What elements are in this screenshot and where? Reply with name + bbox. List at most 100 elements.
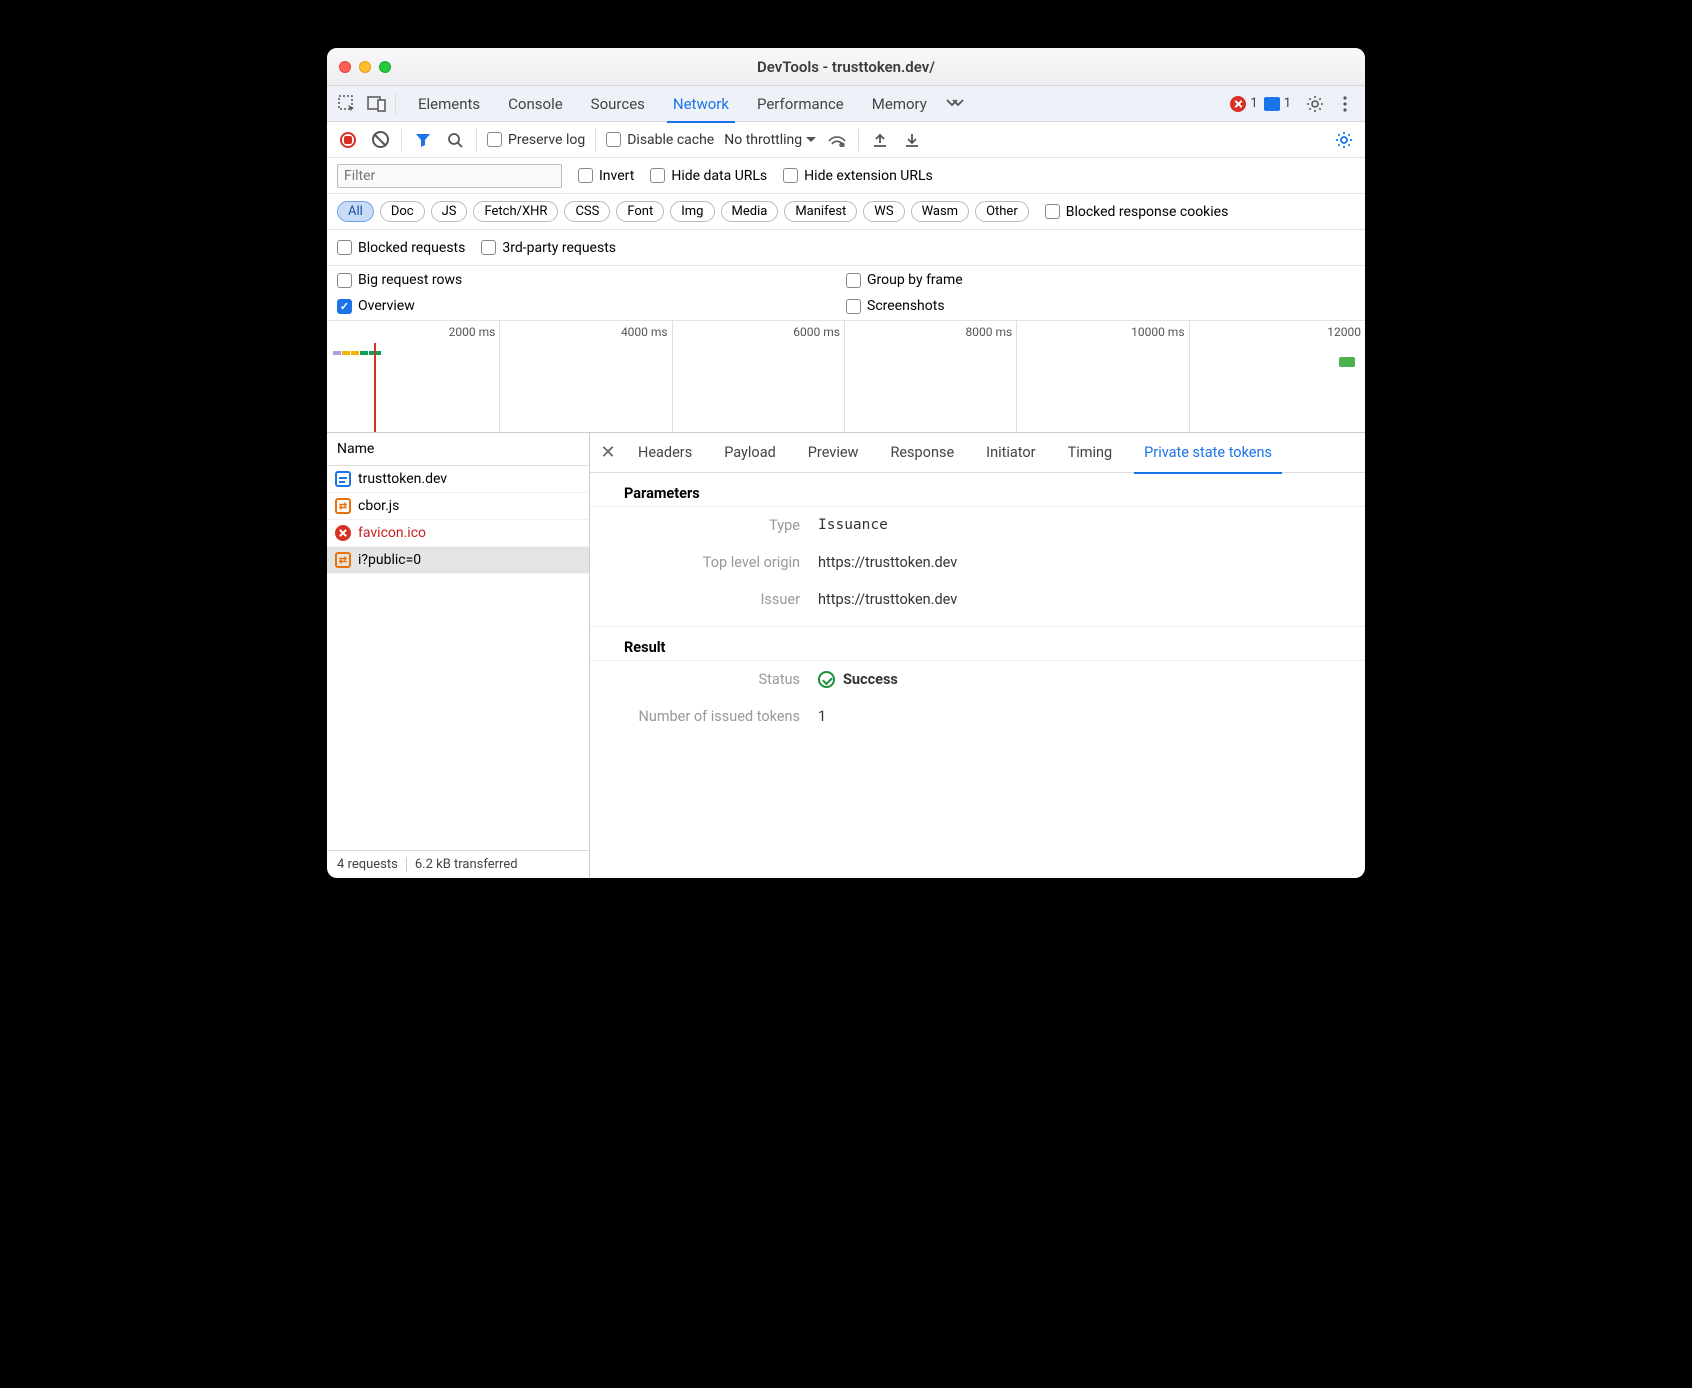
result-key: Status	[590, 671, 800, 688]
tab-elements[interactable]: Elements	[406, 86, 492, 122]
chip-all[interactable]: All	[337, 201, 374, 222]
detail-body: Parameters Type Issuance Top level origi…	[590, 473, 1365, 878]
checkbox-icon	[846, 299, 861, 314]
invert-checkbox[interactable]: Invert	[578, 168, 634, 184]
request-count: 4 requests	[337, 857, 398, 872]
checkbox-icon	[337, 299, 352, 314]
detail-tab-initiator[interactable]: Initiator	[972, 433, 1049, 473]
error-badge-icon	[1230, 96, 1246, 112]
param-value: Issuance	[818, 517, 888, 534]
param-key: Issuer	[590, 591, 800, 608]
chip-font[interactable]: Font	[616, 201, 664, 222]
export-har-icon[interactable]	[869, 129, 891, 151]
divider	[858, 129, 859, 151]
filter-toggle-icon[interactable]	[412, 129, 434, 151]
blocked-cookies-checkbox[interactable]: Blocked response cookies	[1045, 204, 1229, 220]
network-settings-gear-icon[interactable]	[1333, 129, 1355, 151]
status-bar: 4 requests 6.2 kB transferred	[327, 850, 589, 878]
timeline-tick: 12000	[1327, 325, 1365, 339]
settings-gear-icon[interactable]	[1303, 92, 1327, 116]
chip-fetch-xhr[interactable]: Fetch/XHR	[473, 201, 558, 222]
checkbox-icon	[337, 273, 352, 288]
tab-sources[interactable]: Sources	[579, 86, 657, 122]
more-tabs-chevron-icon[interactable]	[943, 92, 967, 116]
chip-css[interactable]: CSS	[564, 201, 610, 222]
param-value: https://trusttoken.dev	[818, 554, 957, 571]
param-origin-row: Top level origin https://trusttoken.dev	[590, 544, 1365, 581]
chip-manifest[interactable]: Manifest	[784, 201, 857, 222]
third-party-checkbox[interactable]: 3rd-party requests	[481, 240, 616, 256]
close-window-button[interactable]	[339, 61, 351, 73]
detail-tab-preview[interactable]: Preview	[794, 433, 873, 473]
error-count: 1	[1250, 96, 1257, 111]
search-icon[interactable]	[444, 129, 466, 151]
timeline-playhead[interactable]	[374, 343, 376, 432]
error-counter[interactable]: 1	[1230, 96, 1257, 112]
close-detail-button[interactable]: ✕	[596, 442, 620, 463]
request-name: favicon.ico	[358, 525, 426, 541]
detail-tab-private-state-tokens[interactable]: Private state tokens	[1130, 433, 1286, 473]
device-toggle-icon[interactable]	[365, 92, 389, 116]
param-key: Top level origin	[590, 554, 800, 571]
kebab-menu-icon[interactable]	[1333, 92, 1357, 116]
chip-js[interactable]: JS	[431, 201, 468, 222]
request-row[interactable]: favicon.ico	[327, 520, 589, 547]
hide-extension-urls-checkbox[interactable]: Hide extension URLs	[783, 168, 933, 184]
transferred-size: 6.2 kB transferred	[415, 857, 518, 872]
request-name: i?public=0	[358, 552, 421, 568]
clear-button[interactable]	[369, 129, 391, 151]
timeline-request-chip	[1339, 357, 1355, 367]
tab-memory[interactable]: Memory	[860, 86, 939, 122]
request-row[interactable]: ⇄ cbor.js	[327, 493, 589, 520]
overview-checkbox[interactable]: Overview	[337, 298, 846, 314]
detail-tab-timing[interactable]: Timing	[1054, 433, 1127, 473]
import-har-icon[interactable]	[901, 129, 923, 151]
filter-input[interactable]	[337, 164, 562, 188]
detail-tab-payload[interactable]: Payload	[710, 433, 790, 473]
preserve-log-label: Preserve log	[508, 132, 585, 148]
chip-media[interactable]: Media	[721, 201, 779, 222]
chip-doc[interactable]: Doc	[380, 201, 425, 222]
result-value: Success	[818, 671, 898, 688]
hide-data-urls-checkbox[interactable]: Hide data URLs	[650, 168, 767, 184]
inspect-element-icon[interactable]	[335, 92, 359, 116]
overview-timeline[interactable]: 2000 ms 4000 ms 6000 ms 8000 ms 10000 ms…	[327, 321, 1365, 433]
message-counter[interactable]: 1	[1264, 96, 1291, 111]
big-rows-checkbox[interactable]: Big request rows	[337, 272, 846, 288]
tab-performance[interactable]: Performance	[745, 86, 856, 122]
network-conditions-icon[interactable]	[826, 129, 848, 151]
detail-tab-headers[interactable]: Headers	[624, 433, 706, 473]
disable-cache-checkbox[interactable]: Disable cache	[606, 132, 714, 148]
tab-console[interactable]: Console	[496, 86, 575, 122]
requests-header[interactable]: Name	[327, 433, 589, 466]
timeline-tick: 6000 ms	[793, 325, 844, 339]
chevron-down-icon	[806, 137, 816, 143]
hide-data-label: Hide data URLs	[671, 168, 767, 184]
throttling-select[interactable]: No throttling	[724, 132, 816, 148]
group-frame-label: Group by frame	[867, 272, 963, 288]
record-button[interactable]	[337, 129, 359, 151]
hide-ext-label: Hide extension URLs	[804, 168, 933, 184]
big-rows-label: Big request rows	[358, 272, 462, 288]
tab-network[interactable]: Network	[661, 86, 741, 122]
minimize-window-button[interactable]	[359, 61, 371, 73]
traffic-lights	[339, 61, 391, 73]
zoom-window-button[interactable]	[379, 61, 391, 73]
detail-tabs: ✕ Headers Payload Preview Response Initi…	[590, 433, 1365, 473]
chip-other[interactable]: Other	[975, 201, 1029, 222]
request-row[interactable]: ⇄ i?public=0	[327, 547, 589, 574]
disable-cache-label: Disable cache	[627, 132, 714, 148]
chip-wasm[interactable]: Wasm	[911, 201, 970, 222]
blocked-requests-label: Blocked requests	[358, 240, 465, 256]
chip-img[interactable]: Img	[670, 201, 714, 222]
chip-ws[interactable]: WS	[863, 201, 904, 222]
result-value: 1	[818, 708, 826, 725]
blocked-requests-checkbox[interactable]: Blocked requests	[337, 240, 465, 256]
group-by-frame-checkbox[interactable]: Group by frame	[846, 272, 1355, 288]
error-icon	[335, 525, 351, 541]
screenshots-checkbox[interactable]: Screenshots	[846, 298, 1355, 314]
request-row[interactable]: trusttoken.dev	[327, 466, 589, 493]
detail-tab-response[interactable]: Response	[876, 433, 968, 473]
preserve-log-checkbox[interactable]: Preserve log	[487, 132, 585, 148]
request-list-panel: Name trusttoken.dev ⇄ cbor.js favicon.ic…	[327, 433, 590, 878]
